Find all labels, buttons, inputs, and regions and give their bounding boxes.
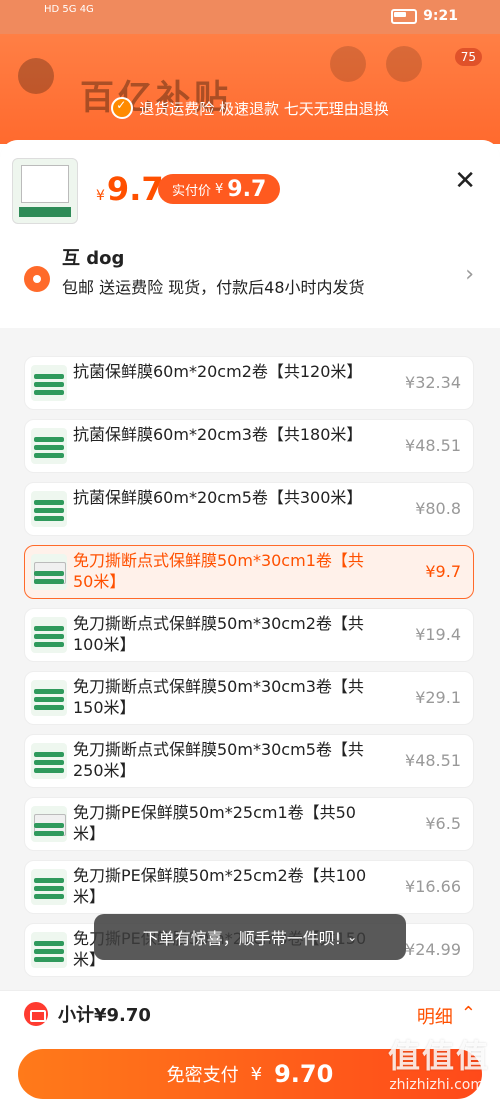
- real-price-currency: ¥: [215, 181, 224, 197]
- sku-thumbnail: [31, 806, 67, 842]
- real-price-badge: 实付价 ¥ 9.7: [158, 174, 281, 204]
- close-icon[interactable]: ✕: [454, 166, 476, 196]
- sku-option-name: 免刀撕断点式保鲜膜50m*30cm2卷【共100米】: [73, 614, 364, 654]
- product-page-background: 百亿补贴 75 退货运费险 极速退款 七天无理由退换: [0, 34, 500, 144]
- sku-selection-sheet: ¥ 9.7 实付价 ¥ 9.7 ✕ 互 dog 包邮 送运费险 现货，付款后48…: [0, 140, 500, 1111]
- sku-option-name: 免刀撕断点式保鲜膜50m*30cm1卷【共50米】: [73, 551, 364, 591]
- share-icon[interactable]: [330, 46, 366, 82]
- sku-option-name: 抗菌保鲜膜60m*20cm5卷【共300米】: [73, 488, 363, 507]
- signal-indicators: HD 5G 4G: [44, 4, 94, 15]
- sheet-header: ¥ 9.7 实付价 ¥ 9.7 ✕ 互 dog 包邮 送运费险 现货，付款后48…: [0, 140, 500, 328]
- sku-option[interactable]: 免刀撕PE保鲜膜50m*25cm1卷【共50米】 ¥6.5: [24, 797, 474, 851]
- service-promise-text: 退货运费险 极速退款 七天无理由退换: [139, 99, 389, 118]
- price: ¥ 9.7: [96, 170, 164, 208]
- pay-currency: ¥: [250, 1063, 263, 1085]
- sku-option[interactable]: 免刀撕PE保鲜膜50m*25cm2卷【共100米】 ¥16.66: [24, 860, 474, 914]
- sku-option-price: ¥9.7: [425, 562, 461, 581]
- service-promise-bar: 退货运费险 极速退款 七天无理由退换: [0, 90, 500, 126]
- sku-option-price: ¥6.5: [425, 814, 461, 833]
- real-price-value: 9.7: [227, 176, 267, 202]
- sku-option-name: 免刀撕PE保鲜膜50m*25cm1卷【共50米】: [73, 803, 356, 843]
- sku-option-price: ¥80.8: [415, 499, 461, 518]
- chevron-up-icon: ⌃: [460, 1003, 476, 1024]
- sku-thumbnail: [31, 617, 67, 653]
- sku-thumbnail: [31, 365, 67, 401]
- sku-thumbnail: [31, 491, 67, 527]
- price-currency: ¥: [96, 188, 105, 204]
- coupon-icon: [24, 1002, 48, 1026]
- toast: 下单有惊喜，顺手带一件呗! ⌄: [94, 914, 406, 960]
- sku-option[interactable]: 免刀撕断点式保鲜膜50m*30cm2卷【共100米】 ¥19.4: [24, 608, 474, 662]
- pay-value: 9.70: [274, 1060, 334, 1088]
- product-thumbnail[interactable]: [12, 158, 78, 224]
- sku-option[interactable]: 免刀撕断点式保鲜膜50m*30cm3卷【共150米】 ¥29.1: [24, 671, 474, 725]
- sku-option-name: 免刀撕PE保鲜膜50m*25cm2卷【共100米】: [73, 866, 367, 906]
- cart-badge: 75: [454, 48, 482, 66]
- sku-thumbnail: [31, 932, 67, 968]
- sku-option[interactable]: 免刀撕断点式保鲜膜50m*30cm5卷【共250米】 ¥48.51: [24, 734, 474, 788]
- sku-thumbnail: [31, 680, 67, 716]
- detail-button[interactable]: 明细 ⌃: [417, 1003, 476, 1029]
- real-price-label: 实付价: [172, 183, 212, 199]
- address-name: 互 dog: [62, 248, 125, 269]
- shield-check-icon: [111, 97, 134, 119]
- sku-thumbnail: [31, 428, 67, 464]
- watermark-url: zhizhizhi.com: [389, 1077, 484, 1093]
- back-button[interactable]: [18, 58, 54, 94]
- subtotal-text: 小计¥9.70: [58, 1005, 151, 1026]
- chevron-right-icon: ›: [465, 262, 474, 287]
- status-right: 9:21: [391, 8, 458, 24]
- sku-option-price: ¥24.99: [405, 940, 461, 959]
- sku-option-price: ¥19.4: [415, 625, 461, 644]
- sku-thumbnail: [31, 554, 67, 590]
- sku-option-name: 抗菌保鲜膜60m*20cm2卷【共120米】: [73, 362, 363, 381]
- chevron-down-icon: ⌄: [347, 930, 358, 944]
- price-value: 9.7: [106, 170, 164, 208]
- sku-option[interactable]: 抗菌保鲜膜60m*20cm5卷【共300米】 ¥80.8: [24, 482, 474, 536]
- sku-thumbnail: [31, 869, 67, 905]
- pay-label: 免密支付: [166, 1065, 239, 1086]
- sku-option-name: 抗菌保鲜膜60m*20cm3卷【共180米】: [73, 425, 363, 444]
- location-pin-icon: [24, 266, 50, 292]
- status-bar: HD 5G 4G 9:21: [0, 0, 500, 34]
- sku-option-price: ¥48.51: [405, 436, 461, 455]
- sku-thumbnail: [31, 743, 67, 779]
- sku-option-list[interactable]: 抗菌保鲜膜60m*20cm2卷【共120米】 ¥32.34 抗菌保鲜膜60m*20c…: [0, 326, 500, 1004]
- sku-option-price: ¥48.51: [405, 751, 461, 770]
- watermark: 值值值: [387, 1037, 490, 1075]
- toast-text: 下单有惊喜，顺手带一件呗!: [142, 929, 342, 948]
- sku-option-price: ¥29.1: [415, 688, 461, 707]
- checkout-footer: 小计¥9.70 明细 ⌃ 免密支付 ¥ 9.70 值值值 zhizhizhi.c…: [0, 990, 500, 1112]
- detail-label: 明细: [416, 1007, 453, 1028]
- sku-option[interactable]: 抗菌保鲜膜60m*20cm2卷【共120米】 ¥32.34: [24, 356, 474, 410]
- sku-option-price: ¥16.66: [405, 877, 461, 896]
- status-time: 9:21: [423, 8, 458, 24]
- sku-option[interactable]: 免刀撕断点式保鲜膜50m*30cm1卷【共50米】 ¥9.7: [24, 545, 474, 599]
- delivery-info: 包邮 送运费险 现货，付款后48小时内发货: [62, 278, 365, 297]
- sku-option-price: ¥32.34: [405, 373, 461, 392]
- sku-option-name: 免刀撕断点式保鲜膜50m*30cm3卷【共150米】: [73, 677, 364, 717]
- cart-icon[interactable]: [386, 46, 422, 82]
- subtotal: 小计¥9.70: [24, 1001, 151, 1027]
- battery-icon: [391, 8, 418, 24]
- sku-option[interactable]: 抗菌保鲜膜60m*20cm3卷【共180米】 ¥48.51: [24, 419, 474, 473]
- sku-option-name: 免刀撕断点式保鲜膜50m*30cm5卷【共250米】: [73, 740, 364, 780]
